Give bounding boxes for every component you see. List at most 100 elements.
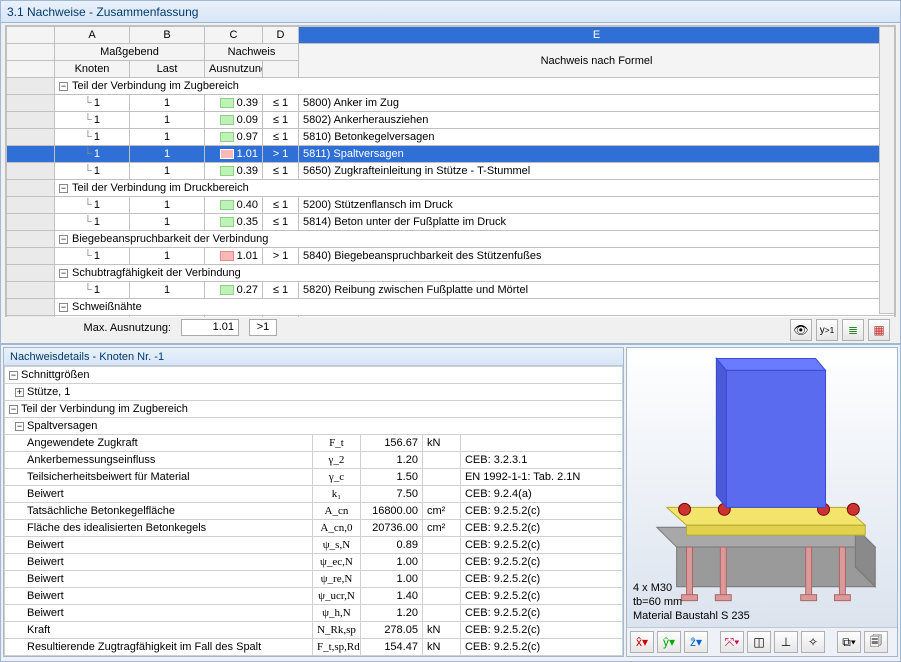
cell-relation: > 1 [263,146,299,163]
cell-description: 5811) Spaltversagen [299,146,895,163]
col-b-header: Last [130,61,205,78]
eye-icon[interactable]: 👁 [790,319,812,341]
vertical-scrollbar[interactable] [879,26,895,314]
perp-icon[interactable]: ⊥ [774,631,798,653]
cell-last: 1 [130,112,205,129]
sheet-icon[interactable]: ▦ [868,319,890,341]
detail-unit: kN [422,435,460,452]
axis-x-icon[interactable]: x̂▾ [630,631,654,653]
cell-description: 5650) Zugkrafteinleitung in Stütze - T-S… [299,163,895,180]
cell-description: 5810) Betonkegelversagen [299,129,895,146]
detail-value: 154.47 [360,639,422,656]
cell-knoten: └1 [55,197,130,214]
list-color-icon[interactable]: ≣ [842,319,864,341]
detail-value: 0.89 [360,537,422,554]
cell-knoten: └1 [55,282,130,299]
cell-relation: ≤ 1 [263,112,299,129]
detail-reference: CEB: 9.2.5.2(c) [460,588,622,605]
collapse-icon[interactable]: − [59,184,68,193]
detail-symbol: ψ_h,N [312,605,360,622]
top-toolbar: 👁 y>1 ≣ ▦ [790,319,890,341]
group-header[interactable]: −Schweißnähte [55,299,895,316]
detail-symbol: A_cn [312,503,360,520]
grip-icon[interactable]: ⧉▾ [837,631,861,653]
detail-symbol: A_cn,0 [312,520,360,537]
detail-label: Angewendete Zugkraft [5,435,313,452]
detail-symbol: k₁ [312,486,360,503]
col-letter-a: A [55,27,130,44]
detail-reference: CEB: 9.2.5.2(c) [460,520,622,537]
detail-group[interactable]: −Teil der Verbindung im Zugbereich [5,401,623,418]
detail-label: Resultierende Zugtragfähigkeit im Fall d… [5,639,313,656]
table-row[interactable]: └1 1 1.01 > 1 5840) Biegebeanspruchbarke… [7,248,895,265]
detail-label: Beiwert [5,554,313,571]
utilization-bar-icon [220,217,234,227]
summary-value: 1.01 [181,319,239,336]
cell-knoten: └1 [55,95,130,112]
collapse-icon[interactable]: − [59,82,68,91]
detail-reference: CEB: 9.2.5.2(c) [460,639,622,656]
detail-symbol: ψ_ucr,N [312,588,360,605]
axis-z-icon[interactable]: ẑ▾ [684,631,708,653]
table-row[interactable]: └1 1 0.27 ≤ 1 5820) Reibung zwischen Fuß… [7,282,895,299]
detail-symbol: ψ_re,N [312,571,360,588]
cell-utilization: 0.27 [205,282,263,299]
col-letter-d: D [263,27,299,44]
detail-label: Beiwert [5,588,313,605]
table-row[interactable]: └1 1 0.97 ≤ 1 5810) Betonkegelversagen [7,129,895,146]
cell-description: 5954) Stützenflansche an Fußplatte [299,316,895,318]
copy-icon[interactable]: 🗐 [864,631,888,653]
results-table: A B C D E Maßgebend Nachweis Nachweis na… [6,26,895,317]
col-group-massgebend: Maßgebend [55,44,205,61]
detail-reference [460,435,622,452]
axis-y-icon[interactable]: ŷ▾ [657,631,681,653]
detail-value: 20736.00 [360,520,422,537]
top-grid-scroll[interactable]: A B C D E Maßgebend Nachweis Nachweis na… [5,25,896,317]
detail-panel-title: Nachweisdetails - Knoten Nr. -1 [4,348,623,366]
cube-icon[interactable]: ◫ [747,631,771,653]
table-row[interactable]: └1 1 0.40 ≤ 1 5200) Stützenflansch im Dr… [7,197,895,214]
utilization-bar-icon [220,115,234,125]
max-utilization-summary: Max. Ausnutzung: 1.01 >1 [61,319,894,336]
detail-value: 156.67 [360,435,422,452]
detail-value: 7.50 [360,486,422,503]
axes-icon[interactable]: ✧ [801,631,825,653]
cell-utilization: 0.40 [205,197,263,214]
group-header[interactable]: −Teil der Verbindung im Zugbereich [55,78,895,95]
detail-child[interactable]: +Stütze, 1 [5,384,623,401]
table-row[interactable]: └1 1 0.39 ≤ 1 5650) Zugkrafteinleitung i… [7,163,895,180]
group-header[interactable]: −Schubtragfähigkeit der Verbindung [55,265,895,282]
detail-unit [422,452,460,469]
detail-unit [422,537,460,554]
cell-utilization: 0.71 [205,316,263,318]
cell-relation: ≤ 1 [263,95,299,112]
table-row[interactable]: └1 1 0.39 ≤ 1 5800) Anker im Zug [7,95,895,112]
cell-knoten: └1 [55,112,130,129]
cell-relation: ≤ 1 [263,163,299,180]
viewer-canvas[interactable]: 4 x M30 tb=60 mm Material Baustahl S 235 [627,348,897,627]
col-letter-e: E [299,27,895,44]
detail-scroll[interactable]: −Schnittgrößen+Stütze, 1−Teil der Verbin… [4,366,623,656]
cell-description: 5820) Reibung zwischen Fußplatte und Mör… [299,282,895,299]
detail-group[interactable]: −Schnittgrößen [5,367,623,384]
table-row[interactable]: └1 1 1.01 > 1 5811) Spaltversagen [7,146,895,163]
collapse-icon[interactable]: − [59,303,68,312]
table-row[interactable]: └1 1 0.35 ≤ 1 5814) Beton unter der Fußp… [7,214,895,231]
cell-relation: ≤ 1 [263,197,299,214]
collapse-icon[interactable]: − [59,235,68,244]
zoom-extents-icon[interactable]: ⤧▾ [720,631,744,653]
detail-symbol: γ_2 [312,452,360,469]
detail-unit [422,486,460,503]
group-header[interactable]: −Teil der Verbindung im Druckbereich [55,180,895,197]
detail-value: 1.00 [360,554,422,571]
detail-label: Teilsicherheitsbeiwert für Material [5,469,313,486]
group-header[interactable]: −Biegebeanspruchbarkeit der Verbindung [55,231,895,248]
table-row[interactable]: └1 1 0.09 ≤ 1 5802) Ankerherausziehen [7,112,895,129]
detail-panel: Nachweisdetails - Knoten Nr. -1 −Schnitt… [3,347,624,657]
detail-subgroup[interactable]: −Spaltversagen [5,418,623,435]
cell-last: 1 [130,248,205,265]
detail-reference: CEB: 9.2.4(a) [460,486,622,503]
y1-icon[interactable]: y>1 [816,319,838,341]
collapse-icon[interactable]: − [59,269,68,278]
table-row[interactable]: └1 1 0.71 ≤ 1 5954) Stützenflansche an F… [7,316,895,318]
